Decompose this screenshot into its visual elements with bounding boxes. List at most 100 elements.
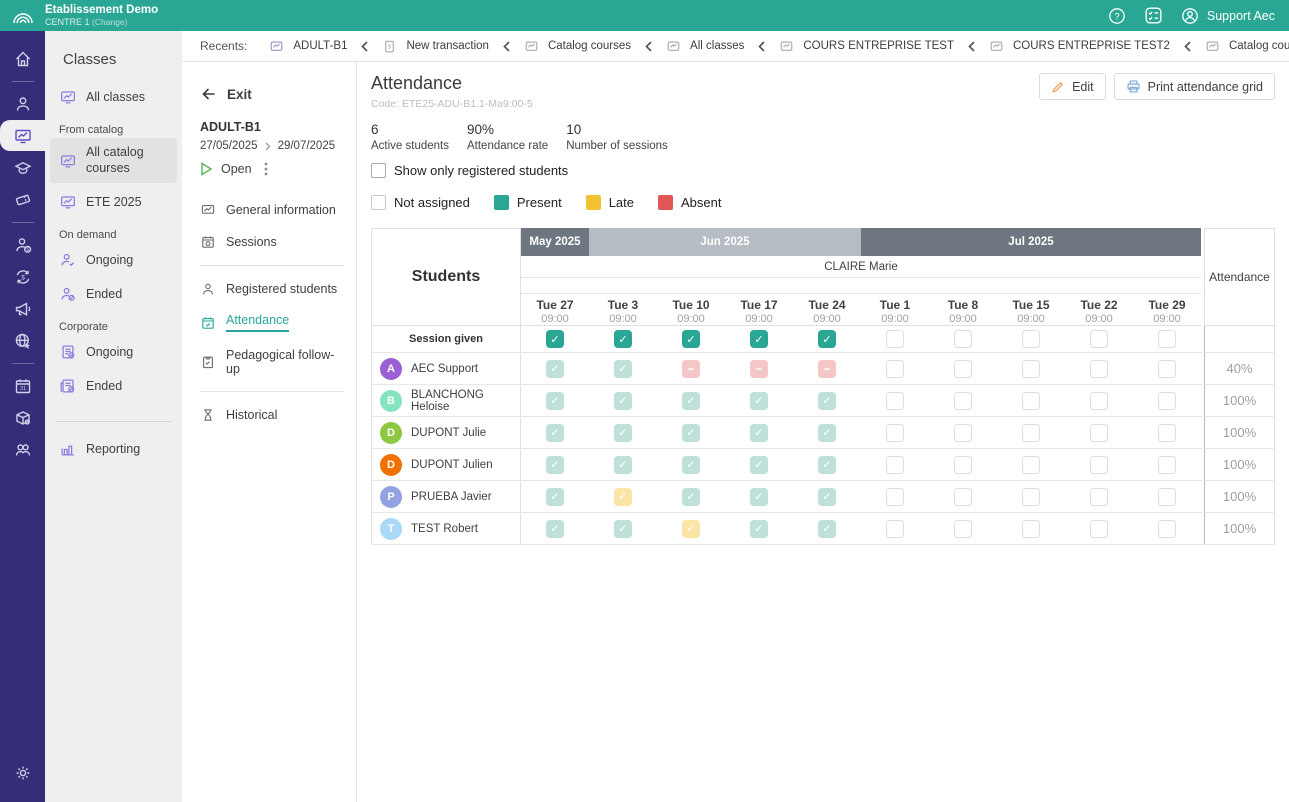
attendance-cell[interactable] xyxy=(589,353,657,384)
attendance-cell[interactable] xyxy=(1133,385,1201,416)
attendance-cell[interactable] xyxy=(521,449,589,480)
attendance-cell[interactable] xyxy=(725,353,793,384)
attendance-cell[interactable] xyxy=(793,449,861,480)
attendance-cell[interactable] xyxy=(861,481,929,512)
sidebar-item-reporting[interactable]: Reporting xyxy=(45,432,182,466)
attendance-cell[interactable] xyxy=(1065,385,1133,416)
attendance-cell[interactable] xyxy=(1065,417,1133,448)
home-icon[interactable] xyxy=(0,43,45,74)
session-given-checkbox[interactable] xyxy=(589,326,657,352)
sidebar-item-all-catalog-courses[interactable]: All catalog courses xyxy=(50,138,177,183)
ticket-icon[interactable] xyxy=(0,184,45,215)
attendance-cell[interactable] xyxy=(929,417,997,448)
attendance-cell[interactable] xyxy=(793,417,861,448)
attendance-cell[interactable] xyxy=(657,513,725,544)
attendance-cell[interactable] xyxy=(861,385,929,416)
session-given-checkbox[interactable] xyxy=(997,326,1065,352)
recent-item[interactable]: $ New transaction xyxy=(382,39,488,54)
exit-button[interactable]: Exit xyxy=(200,86,344,102)
people-icon[interactable] xyxy=(0,434,45,465)
nav-general-information[interactable]: General information xyxy=(200,194,344,226)
app-logo-icon[interactable] xyxy=(0,6,45,26)
attendance-cell[interactable] xyxy=(725,513,793,544)
attendance-cell[interactable] xyxy=(1133,353,1201,384)
center-switcher[interactable]: CENTRE 1 (Change) xyxy=(45,17,158,28)
session-given-checkbox[interactable] xyxy=(657,326,725,352)
attendance-cell[interactable] xyxy=(589,513,657,544)
attendance-cell[interactable] xyxy=(1065,353,1133,384)
student-name-cell[interactable]: A AEC Support xyxy=(371,353,521,384)
attendance-cell[interactable] xyxy=(725,417,793,448)
student-name-cell[interactable]: P PRUEBA Javier xyxy=(371,481,521,512)
attendance-cell[interactable] xyxy=(657,417,725,448)
session-given-checkbox[interactable] xyxy=(861,326,929,352)
attendance-cell[interactable] xyxy=(861,513,929,544)
attendance-cell[interactable] xyxy=(657,449,725,480)
gear-icon[interactable] xyxy=(0,757,45,788)
graduate-icon[interactable] xyxy=(0,152,45,183)
nav-attendance[interactable]: Attendance xyxy=(200,305,344,340)
attendance-cell[interactable] xyxy=(1065,513,1133,544)
student-name-cell[interactable]: T TEST Robert xyxy=(371,513,521,544)
recent-item[interactable]: COURS ENTREPRISE TEST xyxy=(779,39,954,54)
attendance-cell[interactable] xyxy=(997,449,1065,480)
attendance-cell[interactable] xyxy=(861,417,929,448)
attendance-cell[interactable] xyxy=(657,353,725,384)
recent-item[interactable]: ADULT-B1 xyxy=(269,39,347,54)
attendance-cell[interactable] xyxy=(725,449,793,480)
recent-item[interactable]: Catalog courses xyxy=(1205,39,1289,54)
session-given-checkbox[interactable] xyxy=(1133,326,1201,352)
nav-sessions[interactable]: Sessions xyxy=(200,226,344,258)
edit-button[interactable]: Edit xyxy=(1039,73,1106,100)
attendance-cell[interactable] xyxy=(589,417,657,448)
attendance-cell[interactable] xyxy=(521,417,589,448)
student-name-cell[interactable]: B BLANCHONG Heloise xyxy=(371,385,521,416)
attendance-cell[interactable] xyxy=(793,353,861,384)
sidebar-item-all-classes[interactable]: All classes xyxy=(45,80,182,114)
attendance-cell[interactable] xyxy=(521,481,589,512)
session-given-checkbox[interactable] xyxy=(1065,326,1133,352)
dollar-cycle-icon[interactable]: $ xyxy=(0,261,45,292)
sidebar-item-ete-2025[interactable]: ETE 2025 xyxy=(45,185,182,219)
attendance-cell[interactable] xyxy=(861,353,929,384)
sidebar-item-on-demand-ended[interactable]: Ended xyxy=(45,277,182,311)
attendance-cell[interactable] xyxy=(793,513,861,544)
globe-click-icon[interactable] xyxy=(0,325,45,356)
recent-item[interactable]: All classes xyxy=(666,39,744,54)
session-given-checkbox[interactable] xyxy=(521,326,589,352)
nav-pedagogical-follow-up[interactable]: Pedagogical follow-up xyxy=(200,340,344,384)
attendance-cell[interactable] xyxy=(997,385,1065,416)
attendance-cell[interactable] xyxy=(1133,513,1201,544)
attendance-cell[interactable] xyxy=(793,385,861,416)
attendance-cell[interactable] xyxy=(929,385,997,416)
attendance-cell[interactable] xyxy=(1065,481,1133,512)
attendance-cell[interactable] xyxy=(997,513,1065,544)
support-account-button[interactable]: Support Aec xyxy=(1180,6,1275,26)
attendance-cell[interactable] xyxy=(589,449,657,480)
recent-item[interactable]: Catalog courses xyxy=(524,39,631,54)
sidebar-item-on-demand-ongoing[interactable]: Ongoing xyxy=(45,243,182,277)
attendance-cell[interactable] xyxy=(929,513,997,544)
help-icon[interactable]: ? xyxy=(1107,6,1127,26)
students-person-icon[interactable] xyxy=(0,88,45,119)
box-gear-icon[interactable] xyxy=(0,402,45,433)
attendance-cell[interactable] xyxy=(521,353,589,384)
student-name-cell[interactable]: D DUPONT Julien xyxy=(371,449,521,480)
more-menu-icon[interactable] xyxy=(264,162,268,176)
attendance-cell[interactable] xyxy=(521,385,589,416)
attendance-cell[interactable] xyxy=(521,513,589,544)
recent-item[interactable]: COURS ENTREPRISE TEST2 xyxy=(989,39,1170,54)
attendance-cell[interactable] xyxy=(929,353,997,384)
sidebar-item-corporate-ongoing[interactable]: Ongoing xyxy=(45,335,182,369)
attendance-cell[interactable] xyxy=(1133,481,1201,512)
checklist-icon[interactable] xyxy=(1143,5,1164,26)
attendance-cell[interactable] xyxy=(793,481,861,512)
calendar-31-icon[interactable]: 31 xyxy=(0,370,45,401)
attendance-cell[interactable] xyxy=(657,385,725,416)
sidebar-item-corporate-ended[interactable]: Ended xyxy=(45,369,182,403)
print-attendance-grid-button[interactable]: Print attendance grid xyxy=(1114,73,1275,100)
session-given-checkbox[interactable] xyxy=(793,326,861,352)
attendance-cell[interactable] xyxy=(589,481,657,512)
attendance-cell[interactable] xyxy=(1065,449,1133,480)
student-name-cell[interactable]: D DUPONT Julie xyxy=(371,417,521,448)
